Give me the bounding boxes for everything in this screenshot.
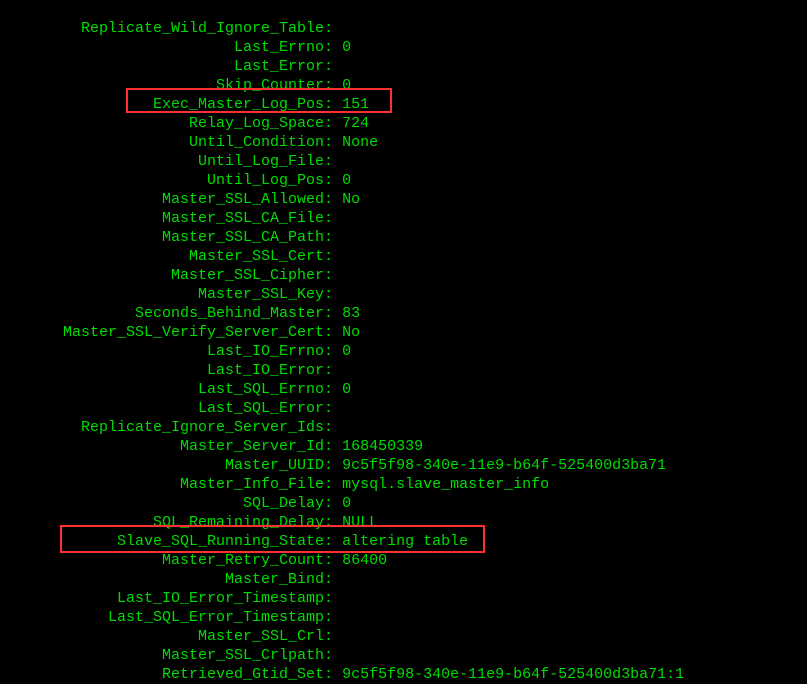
status-row: Last_SQL_Errno: 0 <box>0 380 807 399</box>
status-label: Exec_Master_Log_Pos: <box>0 96 342 113</box>
status-row: Exec_Master_Log_Pos: 151 <box>0 95 807 114</box>
status-label: Skip_Counter: <box>0 77 342 94</box>
status-label: Master_SSL_CA_File: <box>0 210 342 227</box>
status-label: Replicate_Ignore_Server_Ids: <box>0 419 342 436</box>
status-row: Until_Log_File: <box>0 152 807 171</box>
status-value: 9c5f5f98-340e-11e9-b64f-525400d3ba71:1 <box>342 666 684 683</box>
status-row: Retrieved_Gtid_Set: 9c5f5f98-340e-11e9-b… <box>0 665 807 684</box>
status-row: Last_IO_Error: <box>0 361 807 380</box>
status-value: 151 <box>342 96 369 113</box>
status-value: None <box>342 134 378 151</box>
status-value: 0 <box>342 495 351 512</box>
status-row: Last_SQL_Error: <box>0 399 807 418</box>
status-label: Until_Log_Pos: <box>0 172 342 189</box>
status-value: 0 <box>342 39 351 56</box>
status-label: Master_SSL_Cert: <box>0 248 342 265</box>
status-label: Until_Condition: <box>0 134 342 151</box>
status-row: Until_Log_Pos: 0 <box>0 171 807 190</box>
status-label: Last_Error: <box>0 58 342 75</box>
status-row: Master_UUID: 9c5f5f98-340e-11e9-b64f-525… <box>0 456 807 475</box>
status-value: No <box>342 191 360 208</box>
status-label: Last_IO_Error_Timestamp: <box>0 590 342 607</box>
status-value: NULL <box>342 514 378 531</box>
status-label: Slave_SQL_Running_State: <box>0 533 342 550</box>
status-row: Last_Errno: 0 <box>0 38 807 57</box>
status-value: altering table <box>342 533 468 550</box>
status-label: SQL_Delay: <box>0 495 342 512</box>
status-label: Master_SSL_Crlpath: <box>0 647 342 664</box>
status-row: Seconds_Behind_Master: 83 <box>0 304 807 323</box>
status-label: Master_Retry_Count: <box>0 552 342 569</box>
status-label: Master_Info_File: <box>0 476 342 493</box>
status-value: 0 <box>342 77 351 94</box>
status-label: Master_SSL_CA_Path: <box>0 229 342 246</box>
status-label: Master_SSL_Crl: <box>0 628 342 645</box>
status-row: Last_Error: <box>0 57 807 76</box>
status-row: Master_SSL_Key: <box>0 285 807 304</box>
status-label: Master_Bind: <box>0 571 342 588</box>
status-row <box>0 0 807 19</box>
status-label: SQL_Remaining_Delay: <box>0 514 342 531</box>
status-row: Last_SQL_Error_Timestamp: <box>0 608 807 627</box>
status-value: 724 <box>342 115 369 132</box>
status-value: No <box>342 324 360 341</box>
status-label: Master_SSL_Allowed: <box>0 191 342 208</box>
status-label: Replicate_Wild_Ignore_Table: <box>0 20 342 37</box>
status-label: Master_SSL_Verify_Server_Cert: <box>0 324 342 341</box>
status-label: Last_Errno: <box>0 39 342 56</box>
status-row: Last_IO_Error_Timestamp: <box>0 589 807 608</box>
status-label: Relay_Log_Space: <box>0 115 342 132</box>
status-row: Master_SSL_Crl: <box>0 627 807 646</box>
status-label: Master_SSL_Key: <box>0 286 342 303</box>
status-label: Retrieved_Gtid_Set: <box>0 666 342 683</box>
status-value: mysql.slave_master_info <box>342 476 549 493</box>
status-value: 0 <box>342 343 351 360</box>
status-row: Replicate_Wild_Ignore_Table: <box>0 19 807 38</box>
status-value: 83 <box>342 305 360 322</box>
status-row: Master_SSL_Cipher: <box>0 266 807 285</box>
status-row: SQL_Delay: 0 <box>0 494 807 513</box>
status-value: 0 <box>342 381 351 398</box>
status-row: Master_SSL_Crlpath: <box>0 646 807 665</box>
terminal-output: Replicate_Wild_Ignore_Table: Last_Errno:… <box>0 0 807 684</box>
status-row: Master_Bind: <box>0 570 807 589</box>
status-row: Master_SSL_CA_File: <box>0 209 807 228</box>
status-label: Master_Server_Id: <box>0 438 342 455</box>
status-row: Relay_Log_Space: 724 <box>0 114 807 133</box>
status-row: Master_Info_File: mysql.slave_master_inf… <box>0 475 807 494</box>
status-label: Master_UUID: <box>0 457 342 474</box>
status-row: Until_Condition: None <box>0 133 807 152</box>
status-row: Master_SSL_Verify_Server_Cert: No <box>0 323 807 342</box>
status-label: Last_SQL_Error_Timestamp: <box>0 609 342 626</box>
status-label: Last_SQL_Error: <box>0 400 342 417</box>
status-row: Master_SSL_CA_Path: <box>0 228 807 247</box>
status-label: Until_Log_File: <box>0 153 342 170</box>
status-label <box>0 1 333 18</box>
status-label: Last_IO_Errno: <box>0 343 342 360</box>
status-row: Master_SSL_Cert: <box>0 247 807 266</box>
status-label: Last_IO_Error: <box>0 362 342 379</box>
status-row: Skip_Counter: 0 <box>0 76 807 95</box>
status-row: Master_Server_Id: 168450339 <box>0 437 807 456</box>
status-value: 0 <box>342 172 351 189</box>
status-row: Master_Retry_Count: 86400 <box>0 551 807 570</box>
status-label: Seconds_Behind_Master: <box>0 305 342 322</box>
status-value: 168450339 <box>342 438 423 455</box>
status-row: Last_IO_Errno: 0 <box>0 342 807 361</box>
status-label: Master_SSL_Cipher: <box>0 267 342 284</box>
status-row: SQL_Remaining_Delay: NULL <box>0 513 807 532</box>
status-value: 9c5f5f98-340e-11e9-b64f-525400d3ba71 <box>342 457 666 474</box>
status-row: Slave_SQL_Running_State: altering table <box>0 532 807 551</box>
status-row: Master_SSL_Allowed: No <box>0 190 807 209</box>
status-value: 86400 <box>342 552 387 569</box>
status-row: Replicate_Ignore_Server_Ids: <box>0 418 807 437</box>
status-label: Last_SQL_Errno: <box>0 381 342 398</box>
